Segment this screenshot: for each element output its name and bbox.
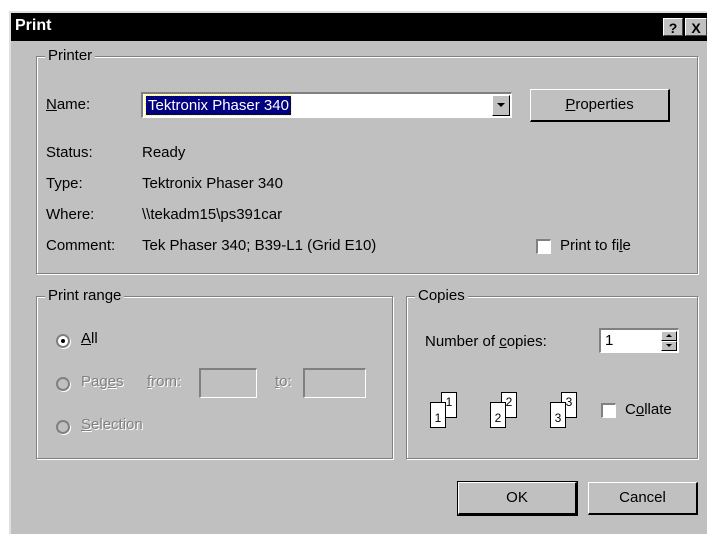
from-page-input[interactable] [199,368,257,398]
print-to-file-checkbox[interactable] [536,239,551,254]
number-of-copies-label: Number of copies: [425,333,547,350]
status-value: Ready [142,144,186,161]
spin-up-icon[interactable] [661,331,677,341]
collate-label[interactable]: Collate [625,401,672,418]
cancel-button[interactable]: Cancel [588,482,698,515]
copies-value: 1 [605,332,614,349]
close-button[interactable]: X [685,18,707,36]
chevron-down-icon[interactable] [492,95,510,116]
spin-down-icon[interactable] [661,341,677,351]
title-bar[interactable]: Print ? X [11,13,707,41]
ok-button[interactable]: OK [457,481,578,516]
name-label: Name: [46,96,91,113]
print-range-group-label: Print range [45,287,125,304]
print-dialog: Print ? X Printer Name: Tektronix Phaser… [9,11,707,534]
type-value: Tektronix Phaser 340 [142,175,283,192]
printer-name-combobox[interactable]: Tektronix Phaser 340 [141,92,512,118]
collate-checkbox[interactable] [601,403,616,418]
page-front-2: 2 [490,402,506,428]
type-label: Type: [46,175,83,192]
dialog-title: Print [15,17,52,34]
status-label: Status: [46,144,93,161]
copies-group: Copies [406,287,698,459]
to-page-input[interactable] [303,368,366,398]
comment-label: Comment: [46,237,116,254]
printer-group-label: Printer [45,47,96,64]
page-front-1: 1 [430,402,446,428]
all-radio-label[interactable]: All [81,330,98,347]
print-to-file-label[interactable]: Print to file [560,237,631,254]
printer-name-value: Tektronix Phaser 340 [145,95,292,116]
to-label: to: [275,373,292,390]
where-value: \\tekadm15\ps391car [142,206,283,223]
pages-radio-label[interactable]: Pages [81,373,124,390]
comment-value: Tek Phaser 340; B39-L1 (Grid E10) [142,237,377,254]
copies-group-label: Copies [415,287,468,304]
selection-radio[interactable] [56,420,70,434]
pages-radio[interactable] [56,377,70,391]
selection-radio-label[interactable]: Selection [81,416,143,433]
all-radio[interactable] [56,334,70,348]
where-label: Where: [46,206,95,223]
from-label: from: [147,373,182,390]
help-button[interactable]: ? [663,18,683,36]
page-front-3: 3 [550,402,566,428]
copies-spinner[interactable]: 1 [599,328,679,353]
properties-button[interactable]: Properties [530,89,670,122]
